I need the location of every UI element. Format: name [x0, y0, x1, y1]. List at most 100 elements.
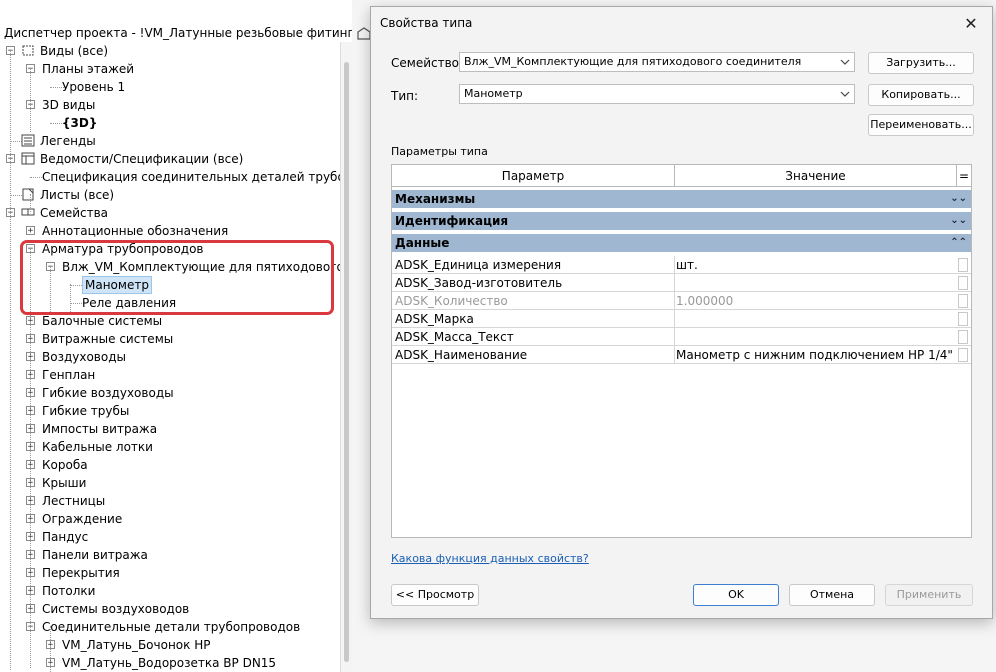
tree-item-label: Генплан	[42, 368, 96, 382]
parameter-row[interactable]: ADSK_Марка	[392, 310, 971, 328]
parameter-value[interactable]: Манометр с нижним подключением НР 1/4"	[676, 346, 953, 364]
expand-icon[interactable]: +	[26, 226, 35, 236]
family-label: Семейство:	[391, 56, 464, 70]
double-chevron-down-icon: ⌄⌄	[950, 193, 967, 204]
tree-item-label: Перекрытия	[42, 566, 120, 580]
dialog-title: Свойства типа	[380, 16, 473, 30]
parameter-name: ADSK_Количество	[395, 294, 508, 308]
tree-item-label: Виды (все)	[40, 44, 109, 58]
column-separator	[674, 310, 675, 328]
parameter-row[interactable]: ADSK_Количество 1.000000	[392, 292, 971, 310]
tree-item-label: {3D}	[62, 116, 98, 130]
group-label: Данные	[395, 236, 450, 250]
group-label: Идентификация	[395, 214, 509, 228]
tree-item-label: Уровень 1	[62, 80, 126, 94]
tree-item-label: Ведомости/Спецификации (все)	[40, 152, 244, 166]
column-header-equals[interactable]: =	[957, 165, 971, 187]
parameter-name: ADSK_Масса_Текст	[395, 330, 514, 344]
legend-icon	[21, 134, 35, 147]
type-parameters-grid[interactable]: Параметр Значение = Механизмы ⌄⌄ Идентиф…	[391, 164, 972, 538]
tree-item-label: Семейства	[40, 206, 109, 220]
tree-item-label: VM_Латунь_Водорозетка ВР DN15	[62, 656, 277, 670]
tree-item-label: Крыши	[42, 476, 87, 490]
tree-guide-line	[30, 68, 31, 132]
tree-item-label: Панели витража	[42, 548, 148, 562]
column-separator	[674, 292, 675, 310]
apply-button[interactable]: Применить	[885, 584, 973, 606]
parameter-name: ADSK_Завод-изготовитель	[395, 276, 563, 290]
tree-item-label: Потолки	[42, 584, 96, 598]
formula-button[interactable]	[958, 312, 968, 326]
family-select[interactable]: Влж_VM_Комплектующие для пятиходового со…	[459, 52, 855, 72]
formula-button[interactable]	[958, 294, 968, 308]
tree-guide-line	[10, 50, 11, 670]
tree-item-label: Листы (все)	[40, 188, 115, 202]
cancel-button[interactable]: Отмена	[789, 584, 875, 606]
type-select-value: Манометр	[464, 87, 523, 100]
tree-item-label: 3D виды	[42, 98, 96, 112]
tree-item-label: Гибкие воздуховоды	[42, 386, 174, 400]
parameter-row[interactable]: ADSK_Наименование Манометр с нижним подкл…	[392, 346, 971, 364]
family-select-value: Влж_VM_Комплектующие для пятиходового со…	[464, 55, 802, 68]
parameter-name: ADSK_Марка	[395, 312, 474, 326]
tree-item-label: Спецификация соединительных деталей труб…	[42, 170, 383, 184]
column-separator	[674, 256, 675, 274]
parameter-row[interactable]: ADSK_Масса_Текст	[392, 328, 971, 346]
schedule-icon	[21, 152, 35, 165]
formula-button[interactable]	[958, 258, 968, 272]
column-separator	[674, 274, 675, 292]
parameter-row[interactable]: ADSK_Единица измерения шт.	[392, 256, 971, 274]
parameter-name: ADSK_Наименование	[395, 348, 528, 362]
close-icon[interactable]: ✕	[962, 15, 980, 33]
formula-button[interactable]	[958, 330, 968, 344]
tree-item-label: Системы воздуховодов	[42, 602, 190, 616]
tree-item-label: Короба	[42, 458, 88, 472]
tree-guide-line	[30, 194, 31, 212]
tree-item-label: Лестницы	[42, 494, 106, 508]
families-icon	[21, 206, 35, 219]
tree-item-label: Гибкие трубы	[42, 404, 130, 418]
sheets-icon	[21, 188, 35, 201]
double-chevron-up-icon: ⌃⌃	[950, 237, 967, 248]
column-separator	[674, 346, 675, 364]
rename-button[interactable]: Переименовать...	[868, 114, 974, 136]
group-label: Механизмы	[395, 192, 476, 206]
group-header-data[interactable]: Данные ⌃⌃	[392, 234, 971, 252]
tree-item-label: Пандус	[42, 530, 89, 544]
ok-button[interactable]: OK	[693, 584, 779, 606]
type-select[interactable]: Манометр	[459, 84, 855, 104]
parameter-name: ADSK_Единица измерения	[395, 258, 562, 272]
parameter-row[interactable]: ADSK_Завод-изготовитель	[392, 274, 971, 292]
tree-item-label: Соединительные детали трубопроводов	[42, 620, 301, 634]
formula-button[interactable]	[958, 348, 968, 362]
tree-item-label: Кабельные лотки	[42, 440, 153, 454]
column-separator	[674, 328, 675, 346]
column-header-parameter[interactable]: Параметр	[392, 165, 675, 187]
formula-button[interactable]	[958, 276, 968, 290]
help-link[interactable]: Какова функция данных свойств?	[391, 552, 589, 565]
type-parameters-label: Параметры типа	[391, 145, 488, 158]
parameter-value[interactable]: шт.	[676, 256, 698, 274]
tree-item-label: Аннотационные обозначения	[42, 224, 229, 238]
copy-button[interactable]: Копировать...	[868, 84, 974, 106]
views-icon	[21, 44, 35, 57]
project-browser-title: Диспетчер проекта - !VM_Латунные резьбов…	[4, 26, 383, 40]
tree-guide-line	[50, 626, 51, 672]
group-header-mechanisms[interactable]: Механизмы ⌄⌄	[392, 190, 971, 208]
scrollbar-thumb[interactable]	[344, 62, 349, 662]
tree-item-label: Витражные системы	[42, 332, 174, 346]
project-browser: Диспетчер проекта - !VM_Латунные резьбов…	[0, 0, 382, 672]
tree-item-label: Ограждение	[42, 512, 123, 526]
preview-button[interactable]: << Просмотр	[391, 584, 479, 606]
chevron-down-icon	[840, 59, 850, 65]
double-chevron-down-icon: ⌄⌄	[950, 215, 967, 226]
tree-item-label: VM_Латунь_Бочонок НР	[62, 638, 211, 652]
column-header-value[interactable]: Значение	[675, 165, 957, 187]
tree-item-label: Планы этажей	[42, 62, 135, 76]
parameter-value[interactable]: 1.000000	[676, 292, 733, 310]
load-button[interactable]: Загрузить...	[868, 52, 974, 74]
group-header-identification[interactable]: Идентификация ⌄⌄	[392, 212, 971, 230]
tree-item-label: Импосты витража	[42, 422, 158, 436]
chevron-down-icon	[840, 91, 850, 97]
type-properties-dialog: Свойства типа ✕ Семейство: Влж_VM_Компле…	[370, 6, 993, 619]
